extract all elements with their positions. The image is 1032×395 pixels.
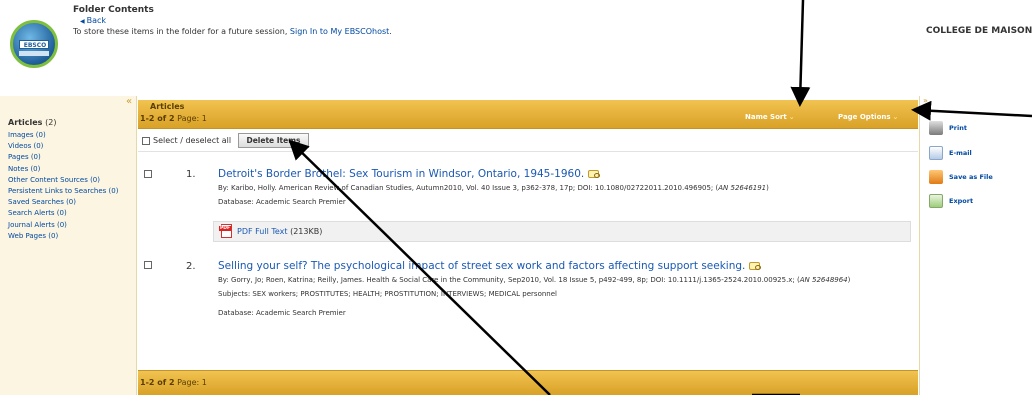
nav-item-journal-alerts[interactable]: Journal Alerts (0) bbox=[8, 220, 118, 231]
folder-nav-list: Articles (2) Images (0) Videos (0) Pages… bbox=[8, 116, 118, 242]
collapse-right-icon[interactable]: » bbox=[923, 96, 928, 105]
chevron-down-icon: ⌄ bbox=[788, 113, 795, 121]
collapse-left-icon[interactable]: « bbox=[126, 96, 132, 107]
result-checkbox[interactable] bbox=[144, 261, 152, 269]
selection-toolbar: Select / deselect all Delete Items bbox=[138, 130, 918, 152]
export-icon bbox=[929, 194, 943, 208]
page-header: EBSCO Folder Contents ◀ Back To store the… bbox=[0, 0, 1032, 92]
result-number: 1. bbox=[186, 169, 196, 180]
nav-item-other-content[interactable]: Other Content Sources (0) bbox=[8, 175, 118, 186]
result-number: 2. bbox=[186, 261, 196, 272]
results-area: Articles 1-2 of 2 Page: 1 Name Sort ⌄ Pag… bbox=[138, 100, 918, 395]
ebsco-logo: EBSCO bbox=[10, 20, 58, 68]
result-range: 1-2 of 2 Page: 1 bbox=[140, 114, 207, 123]
nav-item-notes[interactable]: Notes (0) bbox=[8, 164, 118, 175]
result-range: 1-2 of 2 Page: 1 bbox=[140, 378, 207, 387]
folder-nav-panel: « Articles (2) Images (0) Videos (0) Pag… bbox=[0, 96, 137, 395]
nav-item-videos[interactable]: Videos (0) bbox=[8, 141, 118, 152]
result-title[interactable]: Selling your self? The psychological imp… bbox=[218, 260, 762, 272]
nav-item-web-pages[interactable]: Web Pages (0) bbox=[8, 231, 118, 242]
nav-item-pages[interactable]: Pages (0) bbox=[8, 152, 118, 163]
result-byline: By: Karibo, Holly. American Review of Ca… bbox=[218, 184, 769, 192]
nav-item-articles[interactable]: Articles (2) bbox=[8, 116, 118, 130]
back-link[interactable]: ◀ Back bbox=[80, 16, 106, 25]
result-database: Database: Academic Search Premier bbox=[218, 198, 346, 206]
result-subjects: Subjects: SEX workers; PROSTITUTES; HEAL… bbox=[218, 290, 557, 298]
email-icon bbox=[929, 146, 943, 160]
section-title: Articles bbox=[150, 102, 185, 111]
preview-icon[interactable] bbox=[749, 262, 762, 270]
select-all-label: Select / deselect all bbox=[153, 136, 232, 145]
name-sort-dropdown[interactable]: Name Sort ⌄ bbox=[745, 113, 795, 121]
nav-item-persistent-links[interactable]: Persistent Links to Searches (0) bbox=[8, 186, 118, 197]
sign-in-link[interactable]: Sign In to My EBSCOhost bbox=[290, 27, 389, 36]
nav-item-saved-searches[interactable]: Saved Searches (0) bbox=[8, 197, 118, 208]
results-footer-bar: 1-2 of 2 Page: 1 bbox=[138, 370, 918, 395]
pdf-icon bbox=[219, 224, 232, 238]
full-text-bar: PDF Full Text (213KB) bbox=[213, 221, 911, 242]
result-database: Database: Academic Search Premier bbox=[218, 309, 346, 317]
results-header-bar: Articles 1-2 of 2 Page: 1 Name Sort ⌄ Pag… bbox=[138, 100, 918, 129]
institution-name: COLLEGE DE MAISONNEUVE bbox=[926, 26, 1032, 36]
pdf-full-text-link[interactable]: PDF Full Text (213KB) bbox=[237, 227, 322, 236]
store-notice: To store these items in the folder for a… bbox=[73, 27, 392, 36]
page-options-dropdown[interactable]: Page Options ⌄ bbox=[838, 113, 898, 121]
result-checkbox[interactable] bbox=[144, 170, 152, 178]
delete-items-button[interactable]: Delete Items bbox=[238, 133, 309, 148]
nav-item-search-alerts[interactable]: Search Alerts (0) bbox=[8, 208, 118, 219]
preview-icon[interactable] bbox=[588, 170, 601, 178]
tools-panel: » Print E-mail Save as File Export bbox=[919, 96, 1032, 395]
logo-text: EBSCO bbox=[23, 42, 47, 49]
page-title: Folder Contents bbox=[73, 5, 154, 15]
chevron-down-icon: ⌄ bbox=[892, 113, 899, 121]
select-all-checkbox[interactable] bbox=[142, 137, 150, 145]
back-arrow-icon: ◀ bbox=[80, 18, 85, 25]
nav-item-images[interactable]: Images (0) bbox=[8, 130, 118, 141]
save-file-icon bbox=[929, 170, 943, 184]
printer-icon bbox=[929, 121, 943, 135]
result-byline: By: Gorry, Jo; Roen, Katrina; Reilly, Ja… bbox=[218, 276, 851, 284]
result-title[interactable]: Detroit's Border Brothel: Sex Tourism in… bbox=[218, 168, 601, 180]
